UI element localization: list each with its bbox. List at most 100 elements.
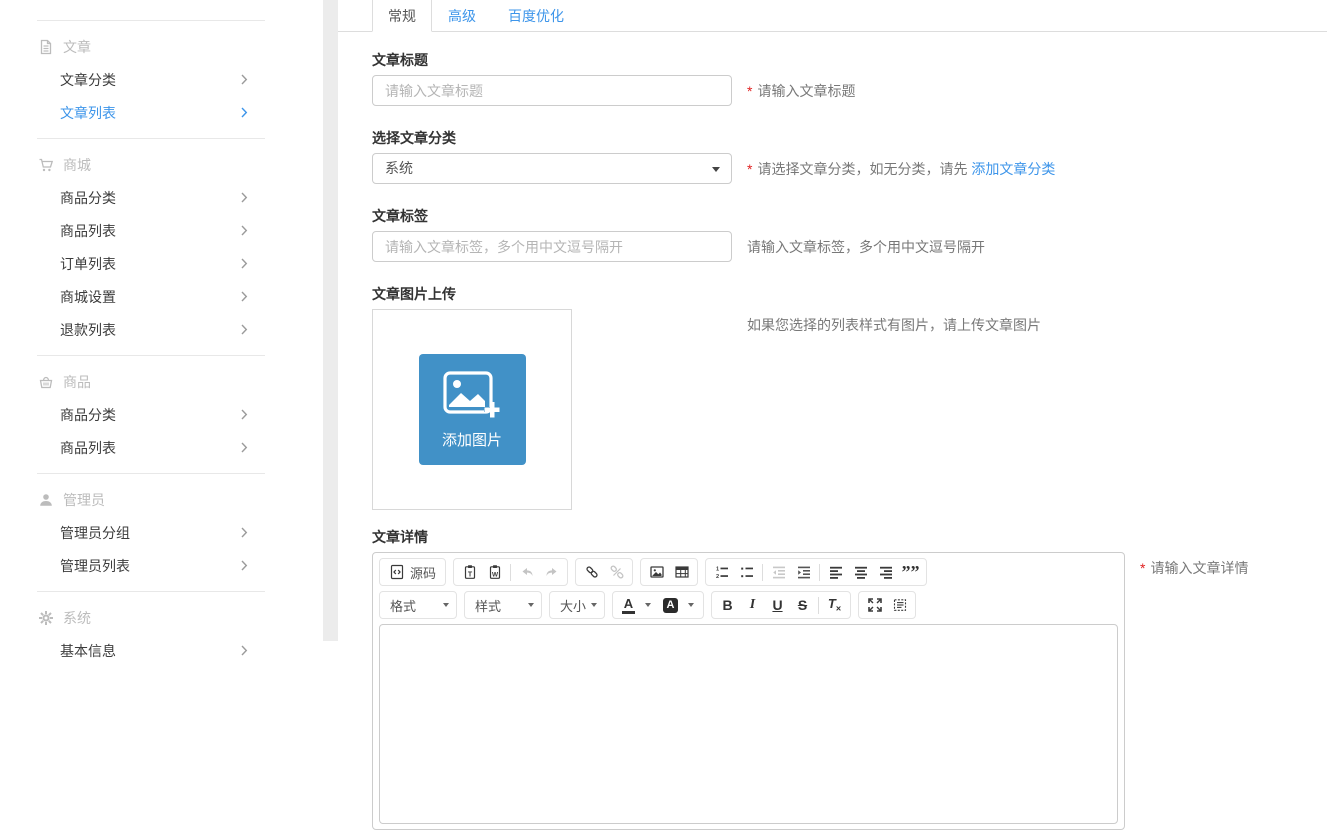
align-right-icon: [878, 564, 894, 580]
show-blocks-button[interactable]: [887, 594, 912, 616]
sidebar-divider: [37, 591, 265, 592]
sidebar-item-refund-list[interactable]: 退款列表: [0, 313, 323, 346]
underline-button[interactable]: U: [765, 594, 790, 616]
chevron-right-icon: [241, 74, 248, 85]
field-article-category: 选择文章分类 系统 *请选择文章分类，如无分类，请先 添加文章分类: [372, 130, 1327, 184]
svg-text:T: T: [467, 571, 472, 578]
background-color-icon: A: [663, 598, 678, 613]
sidebar-item-product-list[interactable]: 商品列表: [0, 214, 323, 247]
unlink-button[interactable]: [604, 561, 629, 583]
ordered-list-icon: 12: [714, 564, 730, 580]
align-right-button[interactable]: [873, 561, 898, 583]
redo-button[interactable]: [539, 561, 564, 583]
style-dropdown[interactable]: 样式: [468, 594, 538, 616]
sidebar-section-article[interactable]: 文章: [0, 30, 323, 63]
sidebar-divider: [37, 20, 265, 21]
insert-image-button[interactable]: [644, 561, 669, 583]
paste-word-button[interactable]: W: [482, 561, 507, 583]
paste-text-icon: T: [462, 564, 478, 580]
chevron-right-icon: [241, 258, 248, 269]
article-tags-input[interactable]: [372, 231, 732, 262]
sidebar-item-goods-list[interactable]: 商品列表: [0, 431, 323, 464]
caret-down-icon: [528, 603, 534, 607]
align-left-icon: [828, 564, 844, 580]
add-image-button-label: 添加图片: [442, 429, 502, 450]
article-category-label: 选择文章分类: [372, 130, 1327, 146]
article-icon: [37, 38, 54, 55]
text-color-icon: A: [622, 597, 635, 614]
sidebar-item-goods-category[interactable]: 商品分类: [0, 398, 323, 431]
sidebar-item-admin-list[interactable]: 管理员列表: [0, 549, 323, 582]
add-image-button[interactable]: 添加图片: [419, 354, 526, 465]
unordered-list-button[interactable]: [734, 561, 759, 583]
insert-table-button[interactable]: [669, 561, 694, 583]
sidebar-section-system[interactable]: 系统: [0, 601, 323, 634]
svg-text:2: 2: [716, 574, 719, 580]
image-upload-dropzone[interactable]: 添加图片: [372, 309, 572, 510]
tab-general[interactable]: 常规: [372, 0, 432, 32]
sidebar-content-gap: [323, 0, 338, 641]
sidebar-section-mall[interactable]: 商城: [0, 148, 323, 181]
font-size-dropdown[interactable]: 大小: [553, 594, 601, 616]
indent-button[interactable]: [791, 561, 816, 583]
strikethrough-button[interactable]: S: [790, 594, 815, 616]
text-color-button[interactable]: A: [616, 594, 657, 616]
sidebar-item-article-list[interactable]: 文章列表: [0, 96, 323, 129]
bold-icon: B: [722, 597, 732, 613]
add-article-category-link[interactable]: 添加文章分类: [971, 161, 1055, 177]
background-color-button[interactable]: A: [657, 594, 700, 616]
sidebar-item-order-list[interactable]: 订单列表: [0, 247, 323, 280]
sidebar-item-product-category[interactable]: 商品分类: [0, 181, 323, 214]
article-image-label: 文章图片上传: [372, 286, 1327, 302]
article-detail-hint: *请输入文章详情: [1140, 560, 1248, 576]
show-blocks-icon: [892, 597, 908, 613]
ordered-list-button[interactable]: 12: [709, 561, 734, 583]
article-image-hint: 如果您选择的列表样式有图片，请上传文章图片: [747, 317, 1041, 333]
undo-button[interactable]: [514, 561, 539, 583]
blockquote-button[interactable]: ””: [898, 561, 923, 583]
tab-baidu-seo[interactable]: 百度优化: [492, 0, 580, 31]
article-title-input[interactable]: [372, 75, 732, 106]
sidebar-section-label: 管理员: [63, 490, 105, 510]
italic-icon: I: [750, 597, 755, 613]
paste-text-button[interactable]: T: [457, 561, 482, 583]
source-code-icon: [389, 564, 405, 580]
chevron-right-icon: [241, 324, 248, 335]
outdent-button[interactable]: [766, 561, 791, 583]
source-code-button[interactable]: 源码: [383, 561, 442, 583]
chevron-right-icon: [241, 291, 248, 302]
remove-format-button[interactable]: T×: [822, 594, 847, 616]
align-center-button[interactable]: [848, 561, 873, 583]
required-mark: *: [747, 83, 752, 99]
sidebar: 文章 文章分类 文章列表 商城 商品分类 商品列表 订单列表 商城设置 退款列表: [0, 0, 323, 641]
article-category-select[interactable]: 系统: [372, 153, 732, 184]
sidebar-item-article-category[interactable]: 文章分类: [0, 63, 323, 96]
sidebar-section-label: 商品: [63, 372, 91, 392]
editor-toolbar-row-1: 源码 T W: [379, 558, 1118, 586]
field-article-title: 文章标题 *请输入文章标题: [372, 52, 1327, 106]
underline-icon: U: [772, 597, 782, 613]
svg-text:1: 1: [716, 566, 719, 572]
undo-icon: [519, 564, 535, 580]
sidebar-item-mall-settings[interactable]: 商城设置: [0, 280, 323, 313]
format-dropdown[interactable]: 格式: [383, 594, 453, 616]
sidebar-item-admin-group[interactable]: 管理员分组: [0, 516, 323, 549]
bold-button[interactable]: B: [715, 594, 740, 616]
link-button[interactable]: [579, 561, 604, 583]
goods-icon: [37, 373, 54, 390]
sidebar-section-label: 系统: [63, 608, 91, 628]
chevron-right-icon: [241, 442, 248, 453]
align-left-button[interactable]: [823, 561, 848, 583]
field-article-tags: 文章标签 请输入文章标签，多个用中文逗号隔开: [372, 208, 1327, 262]
redo-icon: [544, 564, 560, 580]
editor-content-area[interactable]: [379, 624, 1118, 824]
tab-advanced[interactable]: 高级: [432, 0, 492, 31]
sidebar-divider: [37, 473, 265, 474]
sidebar-item-basic-info[interactable]: 基本信息: [0, 634, 323, 667]
sidebar-section-goods[interactable]: 商品: [0, 365, 323, 398]
chevron-right-icon: [241, 192, 248, 203]
sidebar-section-admin[interactable]: 管理员: [0, 483, 323, 516]
maximize-icon: [867, 597, 883, 613]
italic-button[interactable]: I: [740, 594, 765, 616]
maximize-button[interactable]: [862, 594, 887, 616]
